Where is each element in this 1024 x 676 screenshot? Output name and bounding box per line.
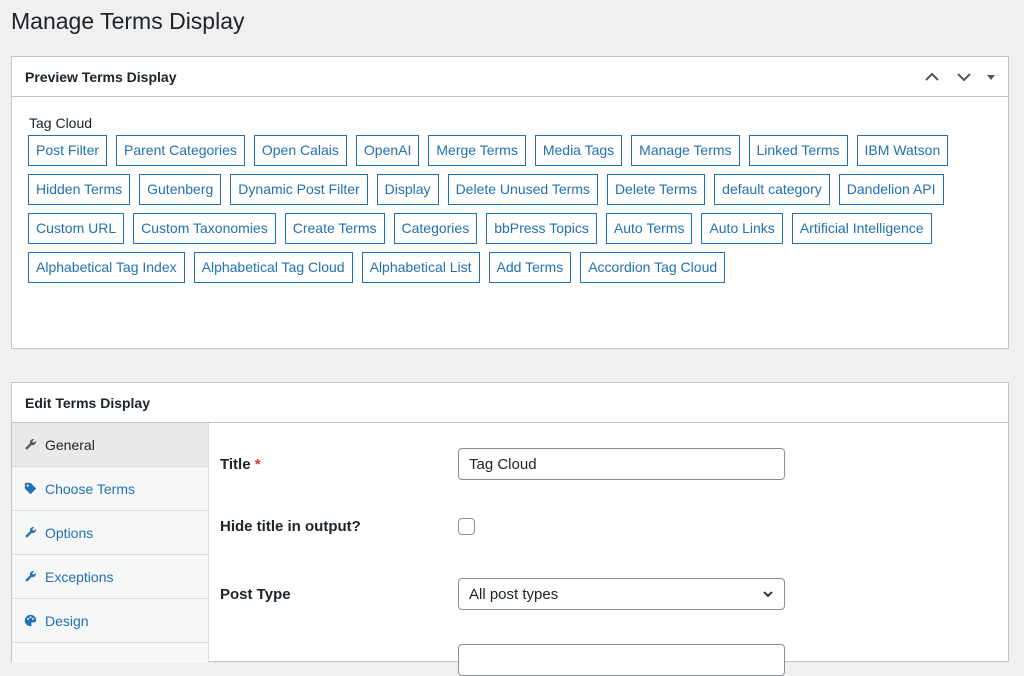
preview-postbox-title: Preview Terms Display — [25, 68, 177, 85]
edit-postbox-header: Edit Terms Display — [12, 383, 1008, 423]
tag-link[interactable]: Custom URL — [28, 213, 125, 244]
move-down-button[interactable] — [948, 59, 980, 95]
tab-label: General — [45, 436, 95, 453]
tag-link[interactable]: Delete Unused Terms — [447, 174, 598, 205]
palette-icon — [23, 614, 37, 628]
tab-exceptions[interactable]: Exceptions — [12, 555, 208, 599]
tag-link[interactable]: Dandelion API — [838, 174, 944, 205]
wrench-icon — [23, 526, 37, 540]
tag-link[interactable]: Alphabetical List — [361, 252, 480, 283]
tag-link[interactable]: default category — [714, 174, 830, 205]
tag-icon — [23, 482, 37, 496]
tab-label: Options — [45, 524, 94, 541]
post-type-label: Post Type — [220, 585, 291, 603]
preview-postbox: Preview Terms Display Tag Cloud Post Fil… — [11, 56, 1009, 349]
tag-link[interactable]: Categories — [393, 213, 478, 244]
title-label: Title * — [220, 456, 458, 473]
tag-link[interactable]: Merge Terms — [428, 135, 526, 166]
required-marker: * — [254, 455, 261, 473]
tag-link[interactable]: Accordion Tag Cloud — [580, 252, 726, 283]
tab-general[interactable]: General — [12, 423, 208, 467]
tag-link[interactable]: Auto Terms — [605, 213, 693, 244]
tab-choose-terms[interactable]: Choose Terms — [12, 467, 208, 511]
preview-content: Tag Cloud Post Filter Parent Categories Op… — [12, 97, 1008, 283]
tag-cloud-title: Tag Cloud — [29, 115, 93, 131]
tag-cloud-list: Post Filter Parent Categories Open Calais O… — [28, 135, 978, 283]
next-field-select[interactable] — [458, 644, 785, 676]
tag-link[interactable]: IBM Watson — [856, 135, 949, 166]
title-row: Title * — [220, 448, 1008, 480]
tag-link[interactable]: Auto Links — [701, 213, 783, 244]
tag-link[interactable]: Linked Terms — [748, 135, 848, 166]
chevron-down-icon — [763, 591, 773, 598]
tag-link[interactable]: OpenAI — [355, 135, 420, 166]
tab-design[interactable]: Design — [12, 599, 208, 643]
tag-link[interactable]: Dynamic Post Filter — [230, 174, 368, 205]
wrench-icon — [23, 438, 37, 452]
chevron-down-icon — [957, 72, 971, 81]
move-up-button[interactable] — [916, 59, 948, 95]
preview-postbox-header: Preview Terms Display — [12, 57, 1008, 97]
hide-title-row: Hide title in output? — [220, 518, 1008, 535]
tag-link[interactable]: Manage Terms — [631, 135, 740, 166]
tag-link[interactable]: Gutenberg — [139, 174, 222, 205]
tag-link[interactable]: Add Terms — [488, 252, 572, 283]
tag-link[interactable]: Display — [376, 174, 439, 205]
edit-postbox-title: Edit Terms Display — [25, 394, 151, 411]
tag-link[interactable]: Hidden Terms — [28, 174, 131, 205]
tag-link[interactable]: Open Calais — [253, 135, 347, 166]
post-type-row: Post Type All post types — [220, 578, 1008, 610]
tag-link[interactable]: Create Terms — [284, 213, 385, 244]
title-label-text: Title — [220, 455, 251, 473]
tag-link[interactable]: Custom Taxonomies — [133, 213, 276, 244]
tag-link[interactable]: Post Filter — [28, 135, 108, 166]
tag-link[interactable]: Alphabetical Tag Index — [28, 252, 185, 283]
edit-postbox: Edit Terms Display General Choose Terms Op… — [11, 382, 1009, 676]
tag-link[interactable]: Delete Terms — [606, 174, 706, 205]
tag-link[interactable]: Alphabetical Tag Cloud — [193, 252, 353, 283]
tag-link[interactable]: Media Tags — [534, 135, 623, 166]
post-type-value: All post types — [469, 585, 559, 603]
title-input[interactable] — [458, 448, 785, 480]
caret-down-icon — [987, 74, 995, 80]
chevron-up-icon — [925, 72, 939, 81]
toggle-panel-button[interactable] — [980, 59, 1002, 95]
postbox-handle-actions — [916, 59, 1002, 95]
edit-body: General Choose Terms Options Exceptions Desi… — [12, 423, 1008, 676]
tag-link[interactable]: Parent Categories — [116, 135, 245, 166]
tab-options[interactable]: Options — [12, 511, 208, 555]
tab-label: Choose Terms — [45, 480, 136, 497]
settings-tabs: General Choose Terms Options Exceptions Desi… — [12, 423, 209, 663]
post-type-select[interactable]: All post types — [458, 578, 785, 610]
settings-form: Title * Hide title in output? Post Type … — [209, 423, 1008, 676]
page-title: Manage Terms Display — [11, 8, 245, 34]
wrench-icon — [23, 570, 37, 584]
tab-label: Design — [45, 612, 89, 629]
tag-link[interactable]: Artificial Intelligence — [791, 213, 932, 244]
tab-label: Exceptions — [45, 568, 114, 585]
hide-title-label: Hide title in output? — [220, 518, 361, 535]
hide-title-checkbox[interactable] — [458, 518, 475, 535]
tag-link[interactable]: bbPress Topics — [486, 213, 597, 244]
